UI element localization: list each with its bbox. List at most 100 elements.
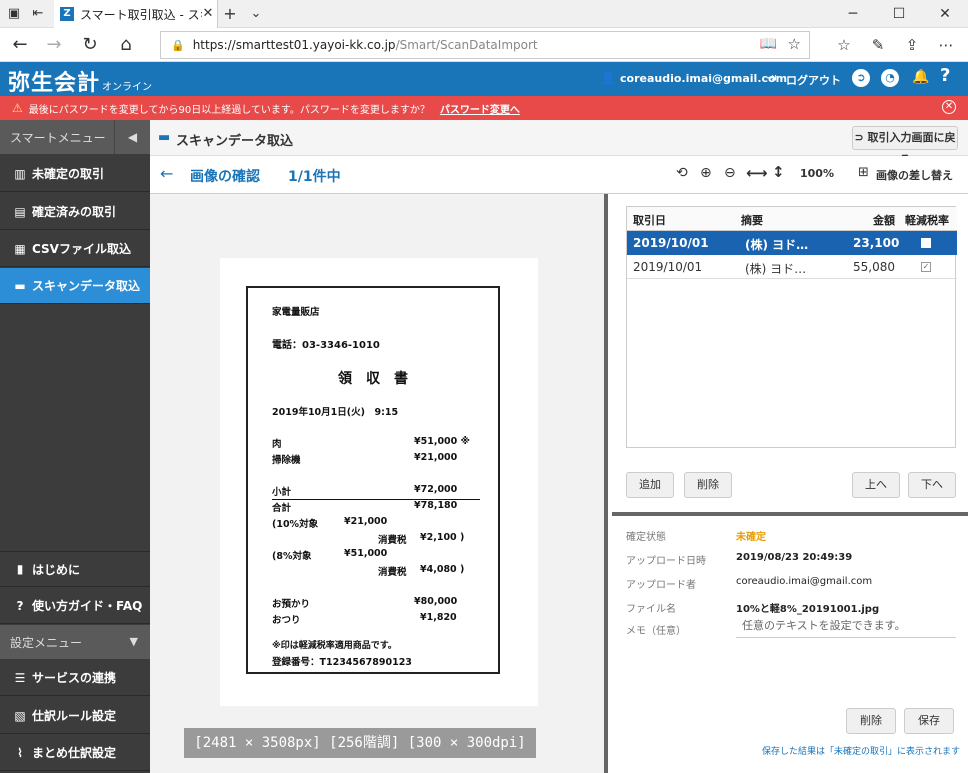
col-amount: 金額 xyxy=(873,214,895,227)
chevron-down-icon[interactable]: ⌄ xyxy=(248,6,264,22)
chat-icon[interactable]: ◔ xyxy=(881,69,899,87)
col-date: 取引日 xyxy=(633,214,666,227)
question-icon: ? xyxy=(16,598,24,613)
home-icon[interactable]: ⌂ xyxy=(114,34,138,56)
rotate-icon[interactable]: ⟲ xyxy=(676,165,688,181)
return-icon: ⊃ xyxy=(854,131,864,144)
sidebar-item-batch-journal[interactable]: ⌇ まとめ仕訳設定 xyxy=(0,735,150,771)
minimize-icon[interactable]: ─ xyxy=(830,0,876,28)
close-tab-icon[interactable]: ✕ xyxy=(200,6,216,22)
close-window-icon[interactable]: ✕ xyxy=(922,0,968,28)
sidebar-item-intro[interactable]: ▮ はじめに xyxy=(0,551,150,587)
move-up-button[interactable]: 上へ xyxy=(852,472,900,498)
help-icon[interactable]: ? xyxy=(940,65,950,86)
image-toolbar: ← 画像の確認 1/1件中 ⟲ ⊕ ⊖ ⟷ ↕ 100% ⊞ 画像の差し替え xyxy=(150,156,968,194)
browser-tab[interactable]: Z スマート取引取込 - スキャン xyxy=(54,0,218,28)
table-row[interactable]: 2019/10/01 (株) ヨド… 55,080 ✓ xyxy=(627,255,957,279)
sidebar-item-confirmed[interactable]: ▤ 確定済みの取引 xyxy=(0,194,150,230)
share-icon[interactable]: ⇪ xyxy=(900,34,924,56)
tab-preview-icon[interactable]: ⇤ xyxy=(30,6,46,22)
replace-image-icon[interactable]: ⊞ xyxy=(858,165,869,180)
memo-input[interactable]: 任意のテキストを設定できます。 xyxy=(736,616,956,638)
sidebar-item-journal-rules[interactable]: ▧ 仕訳ルール設定 xyxy=(0,698,150,734)
favorites-list-icon[interactable]: ☆ xyxy=(832,34,856,56)
detail-panel: 確定状態 未確定 アップロード日時 2019/08/23 20:49:39 アッ… xyxy=(612,512,968,773)
fit-width-icon[interactable]: ⟷ xyxy=(746,164,768,182)
reduced-checkbox[interactable]: ✓ xyxy=(921,262,931,272)
receipt-tel: 電話：03-3346-1010 xyxy=(272,340,380,351)
table-row[interactable]: 2019/10/01 (株) ヨド… 23,100 xyxy=(627,231,957,255)
row-date: 2019/10/01 xyxy=(633,236,709,250)
sidebar-item-service-link[interactable]: ☰ サービスの連携 xyxy=(0,660,150,696)
add-button[interactable]: 追加 xyxy=(626,472,674,498)
receipt-line-name: 肉 xyxy=(272,439,282,450)
move-down-button[interactable]: 下へ xyxy=(908,472,956,498)
user-email[interactable]: coreaudio.imai@gmail.com xyxy=(620,72,787,85)
delete-row-button[interactable]: 削除 xyxy=(684,472,732,498)
address-bar[interactable]: 🔒 https://smarttest01.yayoi-kk.co.jp/Sma… xyxy=(160,31,810,59)
settings-menu-header[interactable]: 設定メニュー ▼ xyxy=(0,625,150,659)
receipt-tax10-base: ¥21,000 xyxy=(344,516,388,527)
logout-icon: ⇥ xyxy=(766,71,777,86)
maximize-icon[interactable]: ☐ xyxy=(876,0,922,28)
support-icon[interactable]: ➲ xyxy=(852,69,870,87)
ledger-icon: ▥ xyxy=(14,166,26,181)
more-icon[interactable]: ⋯ xyxy=(934,34,958,56)
back-arrow-icon[interactable]: ← xyxy=(160,164,173,183)
receipt-image: 家電量販店 電話：03-3346-1010 領 収 書 2019年10月1日(火… xyxy=(246,286,500,674)
back-icon[interactable]: ← xyxy=(8,34,32,56)
zoom-out-icon[interactable]: ⊖ xyxy=(724,165,736,181)
logo-text: 弥生会計 xyxy=(8,71,101,96)
receipt-line-amount: ¥51,000 ※ xyxy=(414,436,470,447)
tab-actions-icon[interactable]: ▣ xyxy=(6,6,22,22)
status-label: 確定状態 xyxy=(626,532,666,543)
smart-menu-header: スマートメニュー ◀ xyxy=(0,120,150,154)
receipt-tax10-label: (10%対象 xyxy=(272,519,319,530)
reduced-checkbox[interactable] xyxy=(921,238,931,248)
scanner-icon: ▬ xyxy=(158,130,171,145)
collapse-sidebar-icon[interactable]: ◀ xyxy=(114,120,150,154)
receipt-tax8-label: (8%対象 xyxy=(272,551,312,562)
back-to-input-button[interactable]: ⊃ 取引入力画面に戻る xyxy=(852,126,958,166)
favorite-star-icon[interactable]: ☆ xyxy=(788,35,801,53)
reading-view-icon[interactable]: 📖 xyxy=(760,36,777,52)
sidebar-item-label: 未確定の取引 xyxy=(32,167,105,181)
save-note: 保存した結果は「未確定の取引」に表示されます xyxy=(762,747,961,757)
zoom-in-icon[interactable]: ⊕ xyxy=(700,165,712,181)
book-icon: ▮ xyxy=(16,562,24,576)
replace-image-button[interactable]: 画像の差し替え xyxy=(876,167,953,183)
password-change-link[interactable]: パスワード変更へ xyxy=(440,101,520,116)
zoom-level: 100% xyxy=(800,167,834,180)
smart-menu-label: スマートメニュー xyxy=(10,130,106,145)
receipt-change: ¥1,820 xyxy=(420,612,457,623)
save-button[interactable]: 保存 xyxy=(904,708,954,734)
transaction-table: 取引日 摘要 金額 軽減税率 2019/10/01 (株) ヨド… 23,100… xyxy=(626,206,957,448)
sidebar-item-label: スキャンデータ取込 xyxy=(32,279,141,293)
sidebar-item-scan-import[interactable]: ▬ スキャンデータ取込 xyxy=(0,268,150,304)
delete-detail-button[interactable]: 削除 xyxy=(846,708,896,734)
new-tab-icon[interactable]: + xyxy=(222,6,238,22)
clip-icon: ⌇ xyxy=(17,745,23,760)
logout-button[interactable]: ログアウト xyxy=(786,72,841,88)
image-preview[interactable]: 家電量販店 電話：03-3346-1010 領 収 書 2019年10月1日(火… xyxy=(150,194,608,773)
app-logo[interactable]: 弥生会計 オンライン xyxy=(8,65,152,97)
user-icon: 👤 xyxy=(600,71,617,86)
receipt-heading: 領 収 書 xyxy=(338,371,408,387)
bell-icon[interactable]: 🔔 xyxy=(912,69,929,85)
close-warning-icon[interactable]: ✕ xyxy=(942,100,956,114)
url-host: https://smarttest01.yayoi-kk.co.jp xyxy=(192,38,396,52)
uploader-value: coreaudio.imai@gmail.com xyxy=(736,576,873,587)
fit-height-icon[interactable]: ↕ xyxy=(772,163,785,181)
caret-down-icon: ▼ xyxy=(129,635,138,648)
sidebar-item-csv-import[interactable]: ▦ CSVファイル取込 xyxy=(0,231,150,267)
forward-icon[interactable]: → xyxy=(42,34,66,56)
pen-icon[interactable]: ✎ xyxy=(866,34,890,56)
status-value: 未確定 xyxy=(736,532,766,543)
settings-menu-label: 設定メニュー xyxy=(10,635,83,650)
refresh-icon[interactable]: ↻ xyxy=(78,34,102,56)
sidebar-item-unconfirmed[interactable]: ▥ 未確定の取引 xyxy=(0,156,150,192)
sidebar-item-guide[interactable]: ? 使い方ガイド・FAQ xyxy=(0,588,150,624)
document-icon: ▤ xyxy=(14,204,26,219)
receipt-paid-label: お預かり xyxy=(272,599,311,610)
receipt-tax10-tax-label: 消費税 xyxy=(378,535,407,546)
